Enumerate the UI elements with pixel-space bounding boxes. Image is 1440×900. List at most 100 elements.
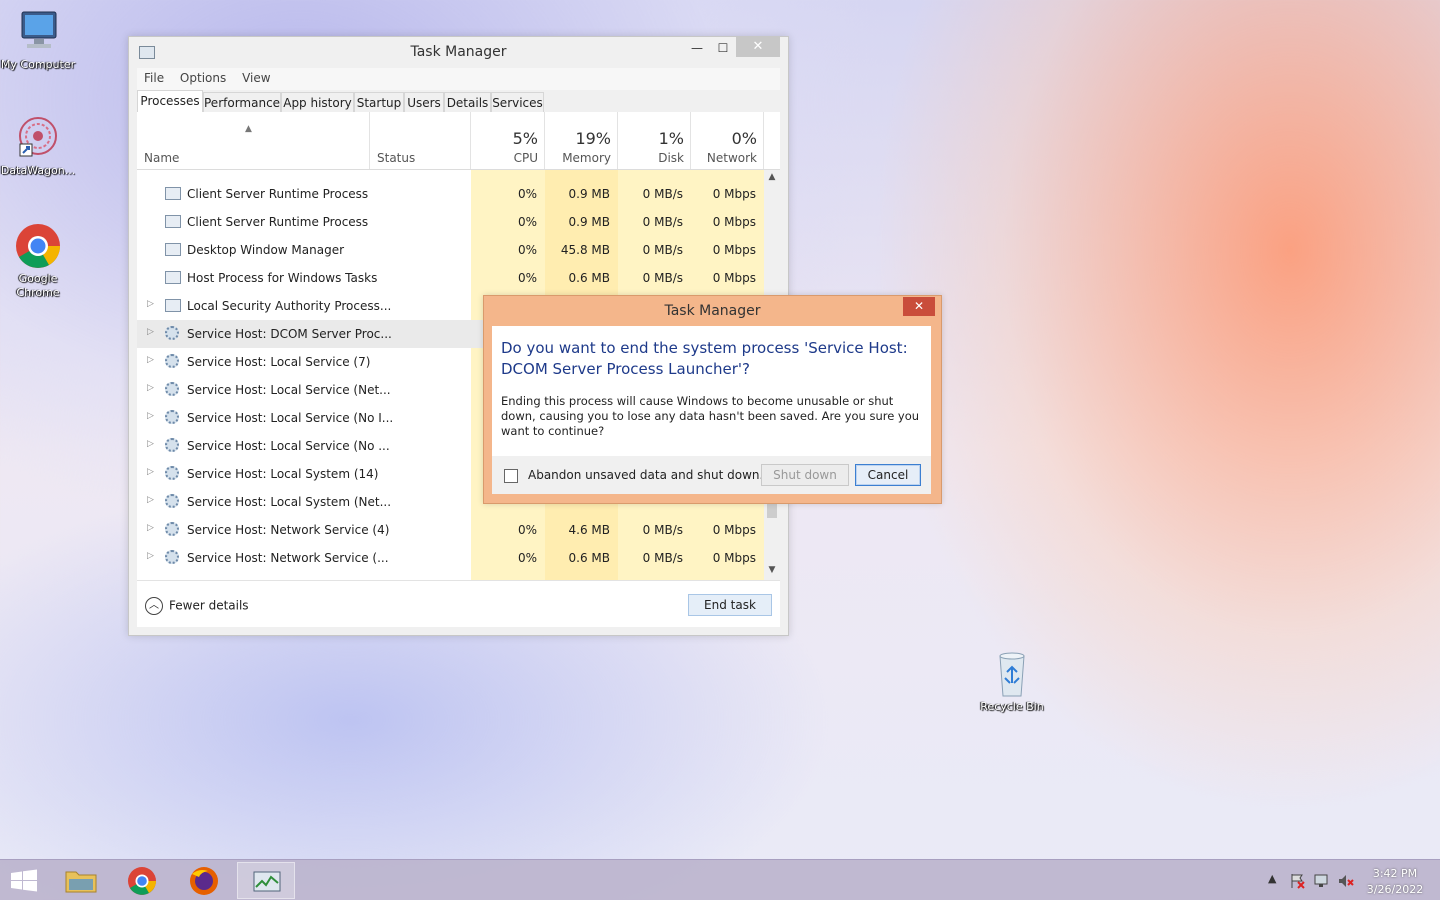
desktop-icon-datawagon[interactable]: DataWagon... bbox=[0, 114, 76, 178]
desktop-icon-google-chrome[interactable]: Google Chrome bbox=[0, 222, 76, 300]
expand-arrow-icon[interactable]: ▷ bbox=[147, 523, 154, 533]
process-name: Desktop Window Manager bbox=[187, 243, 345, 257]
system-clock[interactable]: 3:42 PM 3/26/2022 bbox=[1360, 866, 1430, 898]
expand-arrow-icon[interactable]: ▷ bbox=[147, 355, 154, 365]
network-cell: 0 Mbps bbox=[712, 551, 756, 565]
taskbar-firefox[interactable] bbox=[175, 862, 233, 899]
process-window-icon bbox=[165, 271, 181, 284]
table-row[interactable]: ▷ Service Host: Network Service (4) 0% 4… bbox=[137, 516, 764, 544]
network-cell: 0 Mbps bbox=[712, 271, 756, 285]
desktop-icon-recycle-bin[interactable]: Recycle Bin bbox=[974, 650, 1050, 714]
computer-icon bbox=[14, 8, 62, 56]
expand-arrow-icon[interactable]: ▷ bbox=[147, 467, 154, 477]
process-name: Service Host: Local Service (7) bbox=[187, 355, 371, 369]
chrome-icon bbox=[128, 867, 156, 895]
memory-cell: 45.8 MB bbox=[560, 243, 610, 257]
abandon-data-label[interactable]: Abandon unsaved data and shut down. bbox=[528, 468, 763, 482]
memory-cell: 4.6 MB bbox=[568, 523, 610, 537]
column-header-network[interactable]: 0% Network bbox=[691, 112, 764, 169]
expand-arrow-icon[interactable]: ▷ bbox=[147, 495, 154, 505]
chrome-icon bbox=[14, 222, 62, 270]
network-cell: 0 Mbps bbox=[712, 523, 756, 537]
fewer-details-label: Fewer details bbox=[169, 598, 249, 613]
cpu-cell: 0% bbox=[517, 187, 537, 201]
chevron-up-icon: ︿ bbox=[145, 597, 163, 615]
minimize-button[interactable]: — bbox=[683, 37, 711, 59]
cpu-cell: 0% bbox=[517, 523, 537, 537]
cancel-button[interactable]: Cancel bbox=[855, 464, 921, 486]
dialog-close-button[interactable]: ✕ bbox=[903, 297, 935, 316]
process-name: Client Server Runtime Process bbox=[187, 215, 369, 229]
windows-logo-icon bbox=[11, 869, 37, 892]
tab-processes[interactable]: Processes bbox=[137, 90, 203, 113]
expand-arrow-icon[interactable]: ▷ bbox=[147, 439, 154, 449]
tab-startup[interactable]: Startup bbox=[354, 92, 404, 112]
volume-muted-icon[interactable] bbox=[1337, 873, 1355, 889]
gear-icon bbox=[165, 550, 179, 564]
table-row[interactable]: Client Server Runtime Process 0% 0.9 MB … bbox=[137, 208, 764, 236]
column-header-status[interactable]: Status bbox=[370, 112, 471, 169]
show-hidden-icons-button[interactable]: ▲ bbox=[1268, 872, 1276, 885]
network-icon[interactable] bbox=[1313, 873, 1331, 889]
expand-arrow-icon[interactable]: ▷ bbox=[147, 551, 154, 561]
tab-details[interactable]: Details bbox=[444, 92, 491, 112]
menu-file[interactable]: File bbox=[139, 68, 169, 88]
expand-arrow-icon[interactable]: ▷ bbox=[147, 299, 154, 309]
menu-view[interactable]: View bbox=[237, 68, 275, 88]
column-label-status: Status bbox=[377, 151, 416, 165]
gear-icon bbox=[165, 326, 179, 340]
desktop-icon-my-computer[interactable]: My Computer bbox=[0, 8, 76, 72]
column-header-disk[interactable]: 1% Disk bbox=[618, 112, 691, 169]
cpu-cell: 0% bbox=[517, 551, 537, 565]
expand-arrow-icon[interactable]: ▷ bbox=[147, 327, 154, 337]
column-label-memory: Memory bbox=[562, 151, 611, 165]
process-name: Service Host: Local System (14) bbox=[187, 467, 379, 481]
process-name: Service Host: Local Service (No I... bbox=[187, 411, 394, 425]
cpu-cell: 0% bbox=[517, 215, 537, 229]
table-row[interactable]: Host Process for Windows Tasks 0% 0.6 MB… bbox=[137, 264, 764, 292]
memory-cell: 0.9 MB bbox=[568, 215, 610, 229]
table-row[interactable]: Client Server Runtime Process 0% 0.9 MB … bbox=[137, 180, 764, 208]
scroll-up-arrow-icon[interactable]: ▲ bbox=[764, 172, 780, 182]
scroll-down-arrow-icon[interactable]: ▼ bbox=[764, 565, 780, 575]
column-header-memory[interactable]: 19% Memory bbox=[545, 112, 618, 169]
end-task-button[interactable]: End task bbox=[688, 594, 772, 616]
tab-services[interactable]: Services bbox=[491, 92, 544, 112]
table-row[interactable]: Desktop Window Manager 0% 45.8 MB 0 MB/s… bbox=[137, 236, 764, 264]
taskbar-file-explorer[interactable] bbox=[52, 862, 110, 899]
tab-app-history[interactable]: App history bbox=[281, 92, 354, 112]
column-header-name[interactable]: ▲ Name bbox=[137, 112, 370, 169]
desktop-icon-label: Google Chrome bbox=[16, 272, 60, 299]
menu-options[interactable]: Options bbox=[175, 68, 231, 88]
cpu-percent: 5% bbox=[512, 129, 538, 148]
gear-icon bbox=[165, 382, 179, 396]
dialog-detail-text: Ending this process will cause Windows t… bbox=[501, 394, 920, 438]
footer-bar: ︿ Fewer details End task bbox=[137, 580, 780, 627]
shut-down-button[interactable]: Shut down bbox=[761, 464, 849, 486]
tab-users[interactable]: Users bbox=[404, 92, 444, 112]
disk-cell: 0 MB/s bbox=[642, 551, 683, 565]
expand-arrow-icon[interactable]: ▷ bbox=[147, 411, 154, 421]
process-window-icon bbox=[165, 243, 181, 256]
fewer-details-button[interactable]: ︿ Fewer details bbox=[145, 597, 249, 615]
expand-arrow-icon[interactable]: ▷ bbox=[147, 383, 154, 393]
network-cell: 0 Mbps bbox=[712, 243, 756, 257]
abandon-data-checkbox[interactable] bbox=[504, 469, 518, 483]
process-name: Host Process for Windows Tasks bbox=[187, 271, 378, 285]
table-row[interactable]: ▷ Service Host: Network Service (... 0% … bbox=[137, 544, 764, 572]
column-header-cpu[interactable]: 5% CPU bbox=[471, 112, 545, 169]
disk-cell: 0 MB/s bbox=[642, 187, 683, 201]
close-button[interactable]: ✕ bbox=[736, 37, 780, 57]
action-center-flag-icon[interactable] bbox=[1289, 873, 1307, 889]
network-cell: 0 Mbps bbox=[712, 215, 756, 229]
memory-cell: 0.6 MB bbox=[568, 551, 610, 565]
memory-percent: 19% bbox=[575, 129, 611, 148]
title-bar[interactable]: Task Manager — ☐ ✕ bbox=[129, 37, 788, 67]
sort-up-icon: ▲ bbox=[245, 124, 252, 134]
maximize-button[interactable]: ☐ bbox=[709, 37, 737, 59]
tab-performance[interactable]: Performance bbox=[203, 92, 281, 112]
start-button[interactable] bbox=[0, 862, 48, 899]
taskbar-chrome[interactable] bbox=[113, 862, 171, 899]
taskbar-task-manager[interactable] bbox=[237, 862, 295, 899]
cpu-cell: 0% bbox=[517, 271, 537, 285]
